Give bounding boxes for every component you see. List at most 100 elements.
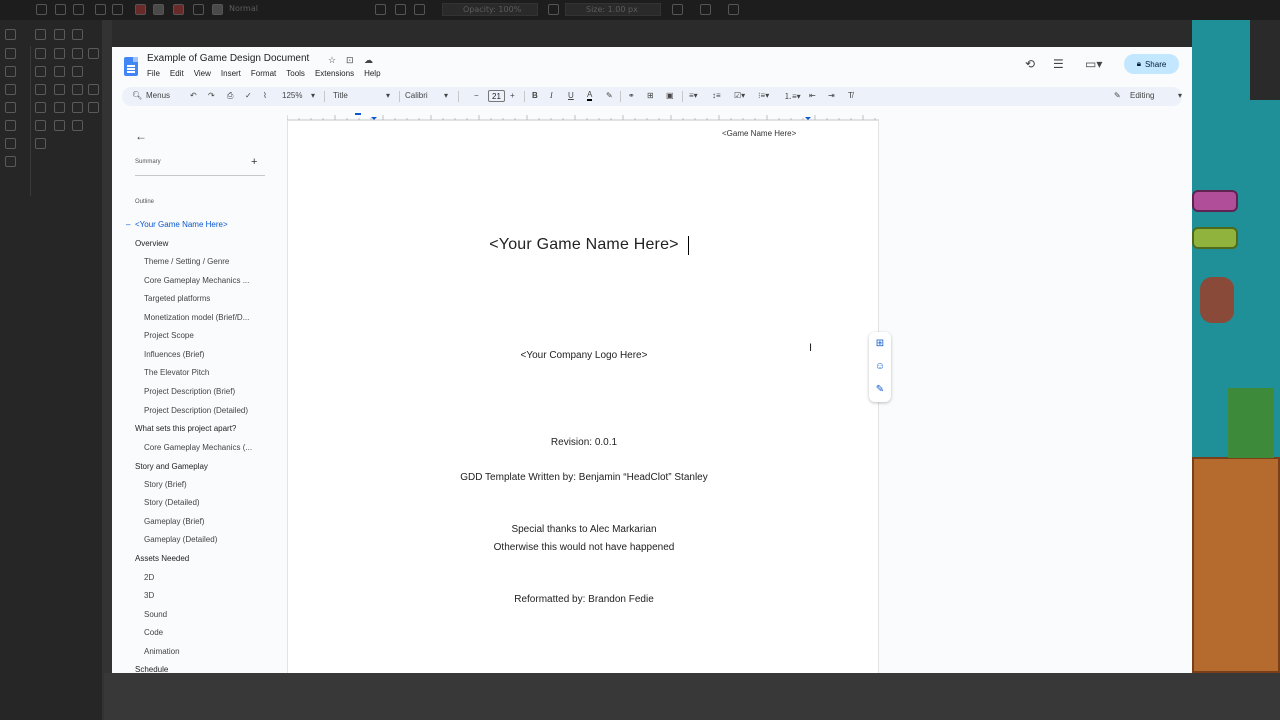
outline-item[interactable]: Assets Needed [135, 554, 189, 563]
logo-placeholder-text[interactable]: <Your Company Logo Here> [288, 350, 880, 361]
menu-extensions[interactable]: Extensions [315, 69, 354, 78]
open-icon[interactable] [55, 4, 66, 15]
comments-icon[interactable]: ☰ [1053, 57, 1064, 71]
outline-item[interactable]: Animation [144, 647, 180, 656]
outline-item[interactable]: Story (Brief) [144, 480, 187, 489]
align-icon[interactable]: ≡▾ [689, 91, 698, 100]
blur-tool-icon[interactable] [72, 120, 83, 131]
star-icon[interactable]: ☆ [328, 55, 336, 66]
eraser-tool-icon[interactable] [5, 138, 16, 149]
blend-mode-label[interactable]: Normal [229, 4, 258, 13]
gradient-tool-icon[interactable] [35, 102, 46, 113]
menu-view[interactable]: View [194, 69, 211, 78]
move-tool-icon[interactable] [35, 66, 46, 77]
zoom-tool-icon[interactable] [5, 156, 16, 167]
suggest-edits-icon[interactable]: ✎ [874, 384, 886, 396]
menu-help[interactable]: Help [364, 69, 380, 78]
menu-insert[interactable]: Insert [221, 69, 241, 78]
ruler-tool-icon[interactable] [35, 120, 46, 131]
menu-edit[interactable]: Edit [170, 69, 184, 78]
undo-icon[interactable] [95, 4, 106, 15]
increase-font-icon[interactable]: + [510, 91, 515, 100]
outline-item[interactable]: Sound [144, 610, 167, 619]
spiral-tool-icon[interactable] [88, 48, 99, 59]
outline-item[interactable]: Core Gameplay Mechanics (... [144, 443, 252, 452]
polygon-tool-icon[interactable] [54, 66, 65, 77]
outline-item[interactable]: Story and Gameplay [135, 462, 208, 471]
grid-tool-icon[interactable] [35, 138, 46, 149]
clear-formatting-icon[interactable]: T̸ [848, 91, 853, 100]
shape-tool-icon[interactable] [35, 48, 46, 59]
chevron-down-icon[interactable]: ▾ [311, 91, 315, 100]
bulleted-list-icon[interactable]: ⁝≡▾ [758, 91, 769, 100]
outline-item[interactable]: Schedule [135, 665, 168, 673]
spellcheck-icon[interactable]: ✓ [245, 91, 252, 100]
menu-format[interactable]: Format [251, 69, 276, 78]
font-select[interactable]: Calibri [405, 91, 428, 100]
horizontal-ruler[interactable] [287, 113, 879, 121]
meet-icon[interactable]: ▭▾ [1085, 57, 1102, 71]
add-comment-icon[interactable]: ⊞ [647, 91, 654, 100]
menu-file[interactable]: File [147, 69, 160, 78]
revision-text[interactable]: Revision: 0.0.1 [288, 437, 880, 448]
clone-tool-icon[interactable] [88, 102, 99, 113]
outline-item[interactable]: The Elevator Pitch [144, 368, 209, 377]
hand-tool-icon[interactable] [88, 84, 99, 95]
redo-icon[interactable] [112, 4, 123, 15]
outline-item[interactable]: Theme / Setting / Genre [144, 257, 229, 266]
add-comment-icon[interactable]: ⊞ [874, 338, 886, 350]
search-menus-label[interactable]: Menus [146, 91, 170, 100]
highlight-icon[interactable]: ✎ [606, 91, 613, 100]
pencil-tool-icon[interactable] [72, 29, 83, 40]
version-history-icon[interactable]: ⟲ [1025, 57, 1035, 71]
document-title[interactable]: Example of Game Design Document [147, 53, 309, 64]
outline-item[interactable]: Project Scope [144, 331, 194, 340]
outline-item[interactable]: Story (Detailed) [144, 498, 200, 507]
outline-item[interactable]: Code [144, 628, 163, 637]
edit-pencil-icon[interactable]: ✎ [1114, 91, 1121, 100]
outline-item[interactable]: Gameplay (Brief) [144, 517, 204, 526]
pen-tool-icon[interactable] [5, 29, 16, 40]
line-spacing-icon[interactable]: ↕≡ [712, 91, 721, 100]
increase-indent-icon[interactable]: ⇥ [828, 91, 835, 100]
zoom-select[interactable]: 125% [282, 91, 302, 100]
decrease-indent-icon[interactable]: ⇤ [809, 91, 816, 100]
fill-tool-icon[interactable] [5, 84, 16, 95]
lock-icon[interactable] [548, 4, 559, 15]
line-tool-icon[interactable] [5, 66, 16, 77]
outline-item[interactable]: Targeted platforms [144, 294, 210, 303]
document-title-text[interactable]: <Your Game Name Here> [288, 236, 880, 254]
blend-icon[interactable] [212, 4, 223, 15]
style-select[interactable]: Title [333, 91, 348, 100]
outline-item[interactable]: Influences (Brief) [144, 350, 204, 359]
share-button[interactable]: 🔒︎ Share [1124, 54, 1179, 74]
outline-item[interactable]: 3D [144, 591, 154, 600]
outline-item[interactable]: <Your Game Name Here> [135, 220, 228, 229]
select-tool-icon[interactable] [5, 102, 16, 113]
bold-icon[interactable]: B [532, 91, 538, 100]
underline-icon[interactable]: U [568, 91, 574, 100]
numbered-list-icon[interactable]: ⒈≡▾ [784, 91, 801, 102]
warning-icon[interactable] [672, 4, 683, 15]
lasso-tool-icon[interactable] [5, 120, 16, 131]
font-size-input[interactable]: 21 [488, 90, 505, 102]
redo-icon[interactable]: ↷ [208, 91, 215, 100]
color-swatch-icon[interactable] [135, 4, 146, 15]
cloud-status-icon[interactable]: ☁ [364, 55, 373, 66]
curve-tool-icon[interactable] [54, 29, 65, 40]
swatch-icon[interactable] [173, 4, 184, 15]
print-icon[interactable]: ⎙ [227, 91, 233, 101]
arrow-tool-icon[interactable] [72, 66, 83, 77]
rotate-icon[interactable] [414, 4, 425, 15]
smudge-tool-icon[interactable] [72, 102, 83, 113]
new-icon[interactable] [36, 4, 47, 15]
wand-tool-icon[interactable] [54, 120, 65, 131]
transform-tool-icon[interactable] [35, 84, 46, 95]
undo-icon[interactable]: ↶ [190, 91, 197, 100]
reformatted-credit-text[interactable]: Reformatted by: Brandon Fedie [288, 594, 880, 605]
docs-logo-icon[interactable] [124, 57, 138, 76]
chevron-down-icon[interactable]: ▾ [386, 91, 390, 100]
save-icon[interactable] [73, 4, 84, 15]
chevron-down-icon[interactable]: ▾ [444, 91, 448, 100]
outline-item[interactable]: Overview [135, 239, 168, 248]
